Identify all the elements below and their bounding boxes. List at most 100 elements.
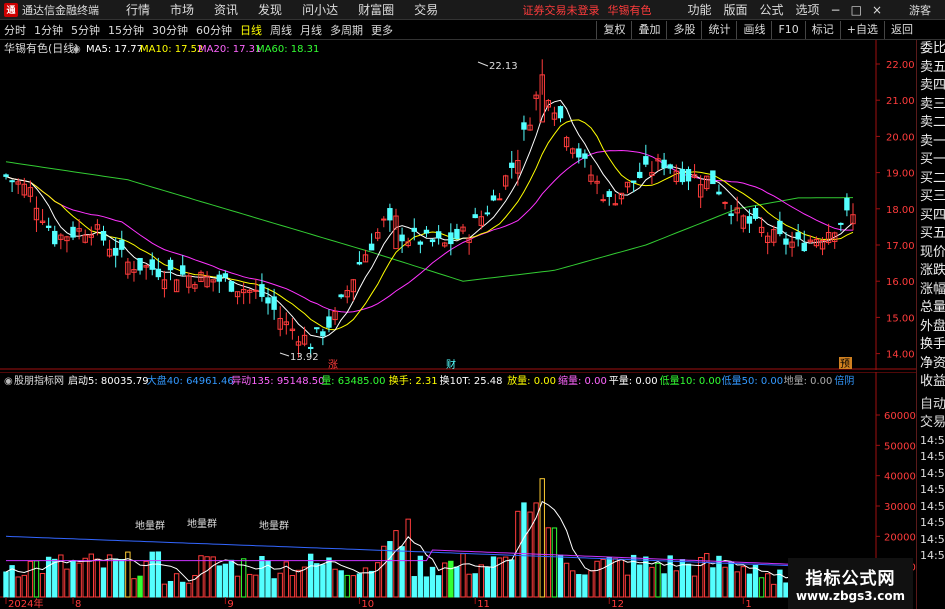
quote-field-4[interactable]: 卖二 [917,114,945,133]
quote-field-11[interactable]: 现价 [917,244,945,263]
menu-functions[interactable]: 功能 [681,1,717,18]
back-button[interactable]: 返回 [884,21,919,39]
menu-quotes[interactable]: 行情 [116,1,160,18]
trade-login-alert[interactable]: 证券交易未登录 [522,2,599,18]
period-multi[interactable]: 多周期 [326,22,367,38]
tick-time-5: 14:56 [920,516,945,529]
period-intraday[interactable]: 分时 [0,22,30,38]
tick-time-6: 14:56 [920,532,945,546]
volume-bar-down [368,570,375,598]
candle-up [253,289,259,292]
close-icon[interactable]: × [867,3,887,17]
period-15min[interactable]: 15分钟 [104,22,148,38]
overlay-button[interactable]: 叠加 [631,21,666,39]
volume-bar-down [119,559,125,598]
maximize-icon[interactable]: □ [846,3,867,17]
menu-ask-xiaoda[interactable]: 问小达 [292,1,348,18]
draw-line-button[interactable]: 画线 [736,21,771,39]
volume-bar-down [667,555,673,598]
menu-layout[interactable]: 版面 [717,1,753,18]
volume-bar-up [277,572,283,598]
marker-finance[interactable]: 财 [446,358,456,371]
candle-down [509,162,515,168]
quote-field-16[interactable]: 换手 [917,336,945,355]
auto-trade-label[interactable]: 自动 [917,396,945,415]
menu-wealth-circle[interactable]: 财富圈 [348,1,404,18]
quote-field-8[interactable]: 买三 [917,188,945,207]
quote-field-6[interactable]: 买一 [917,151,945,170]
ma-toggle-icon[interactable]: ◉ [72,44,81,55]
volume-bar-down [216,565,222,598]
multi-stock-button[interactable]: 多股 [666,21,701,39]
candle-up [381,218,387,221]
candle-down [454,228,460,240]
quote-field-7[interactable]: 买二 [917,170,945,189]
menu-news[interactable]: 资讯 [204,1,248,18]
candlestick-chart[interactable]: 22.00 21.00 20.00 19.00 18.00 17.00 16.00 15.00… [0,40,916,371]
restore-rights-button[interactable]: 复权 [596,21,631,39]
quote-field-3[interactable]: 卖三 [917,96,945,115]
candle-down [685,169,692,182]
quote-field-5[interactable]: 卖一 [917,133,945,152]
quote-field-18[interactable]: 收益 [917,373,945,392]
mark-button[interactable]: 标记 [804,21,840,39]
trade-label[interactable]: 交易 [917,414,945,433]
candle-down [472,214,478,219]
add-watchlist-button[interactable]: +自选 [839,21,884,39]
quote-field-0[interactable]: 委比 [917,40,945,59]
quote-field-14[interactable]: 总量 [917,299,945,318]
candle-down [3,174,9,177]
period-60min[interactable]: 60分钟 [192,22,236,38]
candle-down [783,238,789,245]
marker-limit-up[interactable]: 涨 [328,359,338,371]
period-5min[interactable]: 5分钟 [67,22,104,38]
period-monthly[interactable]: 月线 [296,22,326,38]
quote-field-9[interactable]: 买四 [917,207,945,226]
menu-market[interactable]: 市场 [160,1,204,18]
candle-down [630,180,637,183]
indicator-toggle-icon[interactable]: ◉ [4,376,13,387]
volume-bar-up [173,573,180,598]
quote-field-15[interactable]: 外盘 [917,318,945,337]
guest-label[interactable]: 游客 [909,2,931,18]
menu-formula[interactable]: 公式 [754,1,790,18]
candle-up [600,199,606,202]
app-title: 通达信金融终端 [22,3,99,17]
candle-down [637,171,643,179]
period-30min[interactable]: 30分钟 [148,22,192,38]
candle-down [679,168,686,183]
minimize-icon[interactable]: − [826,3,846,17]
volume-bar-up [539,478,545,598]
period-daily[interactable]: 日线 [236,22,266,38]
quote-field-13[interactable]: 涨幅 [917,281,945,300]
volume-tick-label: 20000 [884,532,916,543]
candle-up [496,198,503,201]
quote-field-1[interactable]: 卖五 [917,59,945,78]
menu-options[interactable]: 选项 [790,1,826,18]
menu-discover[interactable]: 发现 [248,1,292,18]
volume-bar-down [472,573,478,598]
indicator-value-7: 缩量: 0.00 [558,374,607,387]
marker-forecast[interactable]: 预 [840,358,850,370]
volume-bar-up [624,574,631,598]
quote-field-2[interactable]: 卖四 [917,77,945,96]
period-more[interactable]: 更多 [367,22,397,38]
quote-field-10[interactable]: 买五 [917,225,945,244]
f10-button[interactable]: F10 [771,21,804,39]
volume-bar-up [649,566,655,598]
price-tick-label: 16.00 [886,277,915,288]
candle-down [643,156,649,165]
quote-field-17[interactable]: 净资 [917,355,945,374]
statistics-button[interactable]: 统计 [701,21,736,39]
indicator-value-3: 量: 63485.00 [321,375,385,387]
volume-bar-up [515,510,521,598]
quote-field-12[interactable]: 涨跌 [917,262,945,281]
period-weekly[interactable]: 周线 [266,22,296,38]
high-price-pointer [477,61,489,67]
menu-trade[interactable]: 交易 [404,1,448,18]
period-1min[interactable]: 1分钟 [30,22,67,38]
volume-bar-up [33,560,40,598]
candle-down [728,213,734,217]
volume-bar-down [490,556,497,598]
indicator-chart[interactable]: 600005000040000300002000010000 2024年8910… [0,371,916,609]
